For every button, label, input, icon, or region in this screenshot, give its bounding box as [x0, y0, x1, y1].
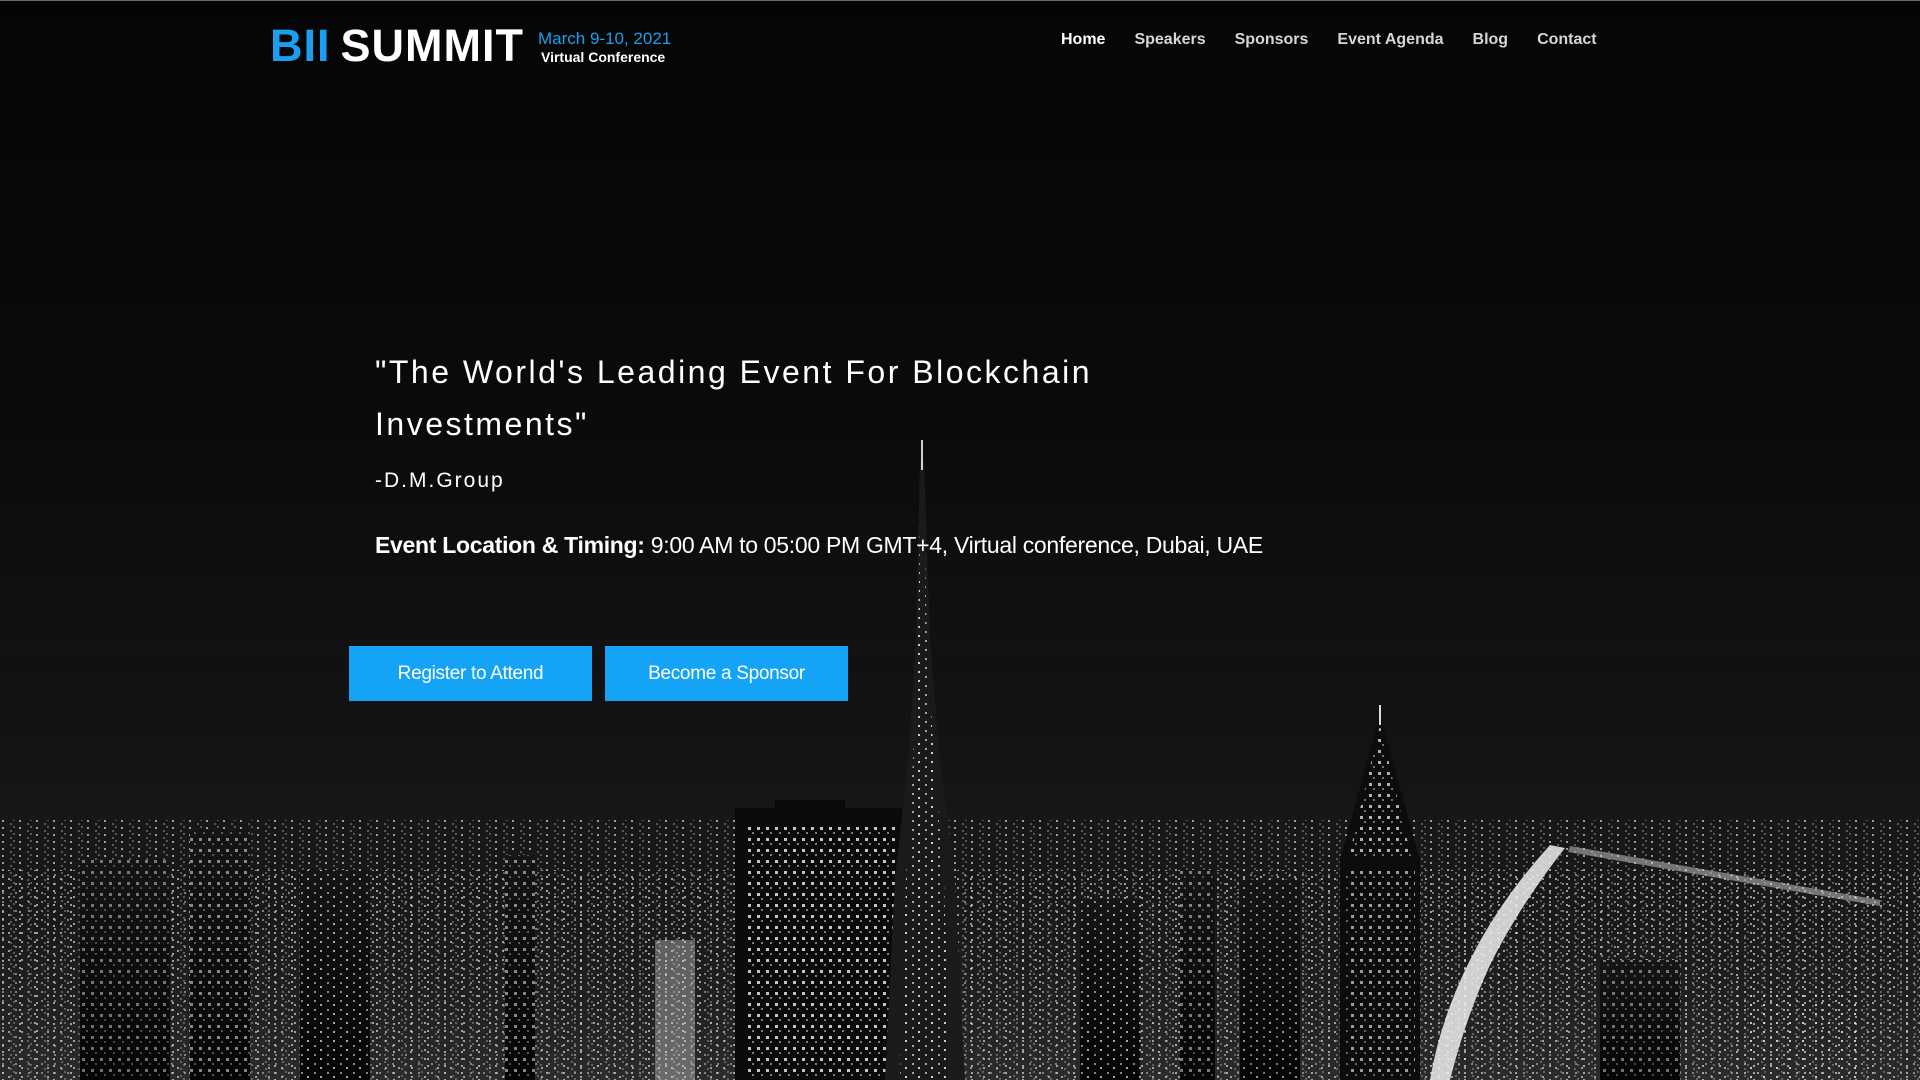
logo-meta: March 9-10, 2021 Virtual Conference	[538, 29, 671, 66]
nav-blog[interactable]: Blog	[1473, 31, 1509, 49]
event-location-value: 9:00 AM to 05:00 PM GMT+4, Virtual confe…	[644, 532, 1263, 558]
become-sponsor-button[interactable]: Become a Sponsor	[605, 646, 848, 701]
event-date: March 9-10, 2021	[538, 29, 672, 48]
nav-home[interactable]: Home	[1061, 31, 1105, 49]
quote-author: -D.M.Group	[375, 469, 505, 492]
hero-quote: "The World's Leading Event For Blockchai…	[375, 354, 1093, 442]
register-button[interactable]: Register to Attend	[349, 646, 592, 701]
event-type: Virtual Conference	[541, 49, 666, 65]
logo-summit: SUMMIT	[340, 20, 524, 71]
nav-contact[interactable]: Contact	[1537, 31, 1597, 49]
nav-sponsors[interactable]: Sponsors	[1235, 31, 1309, 49]
event-location-label: Event Location & Timing:	[375, 532, 645, 558]
hero-content: "The World's Leading Event For Blockchai…	[375, 346, 1275, 564]
logo-bii: BII	[270, 20, 331, 71]
logo-wordmark: BII SUMMIT	[270, 20, 524, 72]
nav-event-agenda[interactable]: Event Agenda	[1337, 31, 1443, 49]
hero-buttons: Register to Attend Become a Sponsor	[349, 646, 848, 701]
nav-speakers[interactable]: Speakers	[1134, 31, 1205, 49]
event-location: Event Location & Timing: 9:00 AM to 05:0…	[375, 527, 1275, 564]
main-nav: Home Speakers Sponsors Event Agenda Blog…	[1061, 31, 1597, 49]
site-logo[interactable]: BII SUMMIT March 9-10, 2021 Virtual Confe…	[270, 20, 671, 72]
